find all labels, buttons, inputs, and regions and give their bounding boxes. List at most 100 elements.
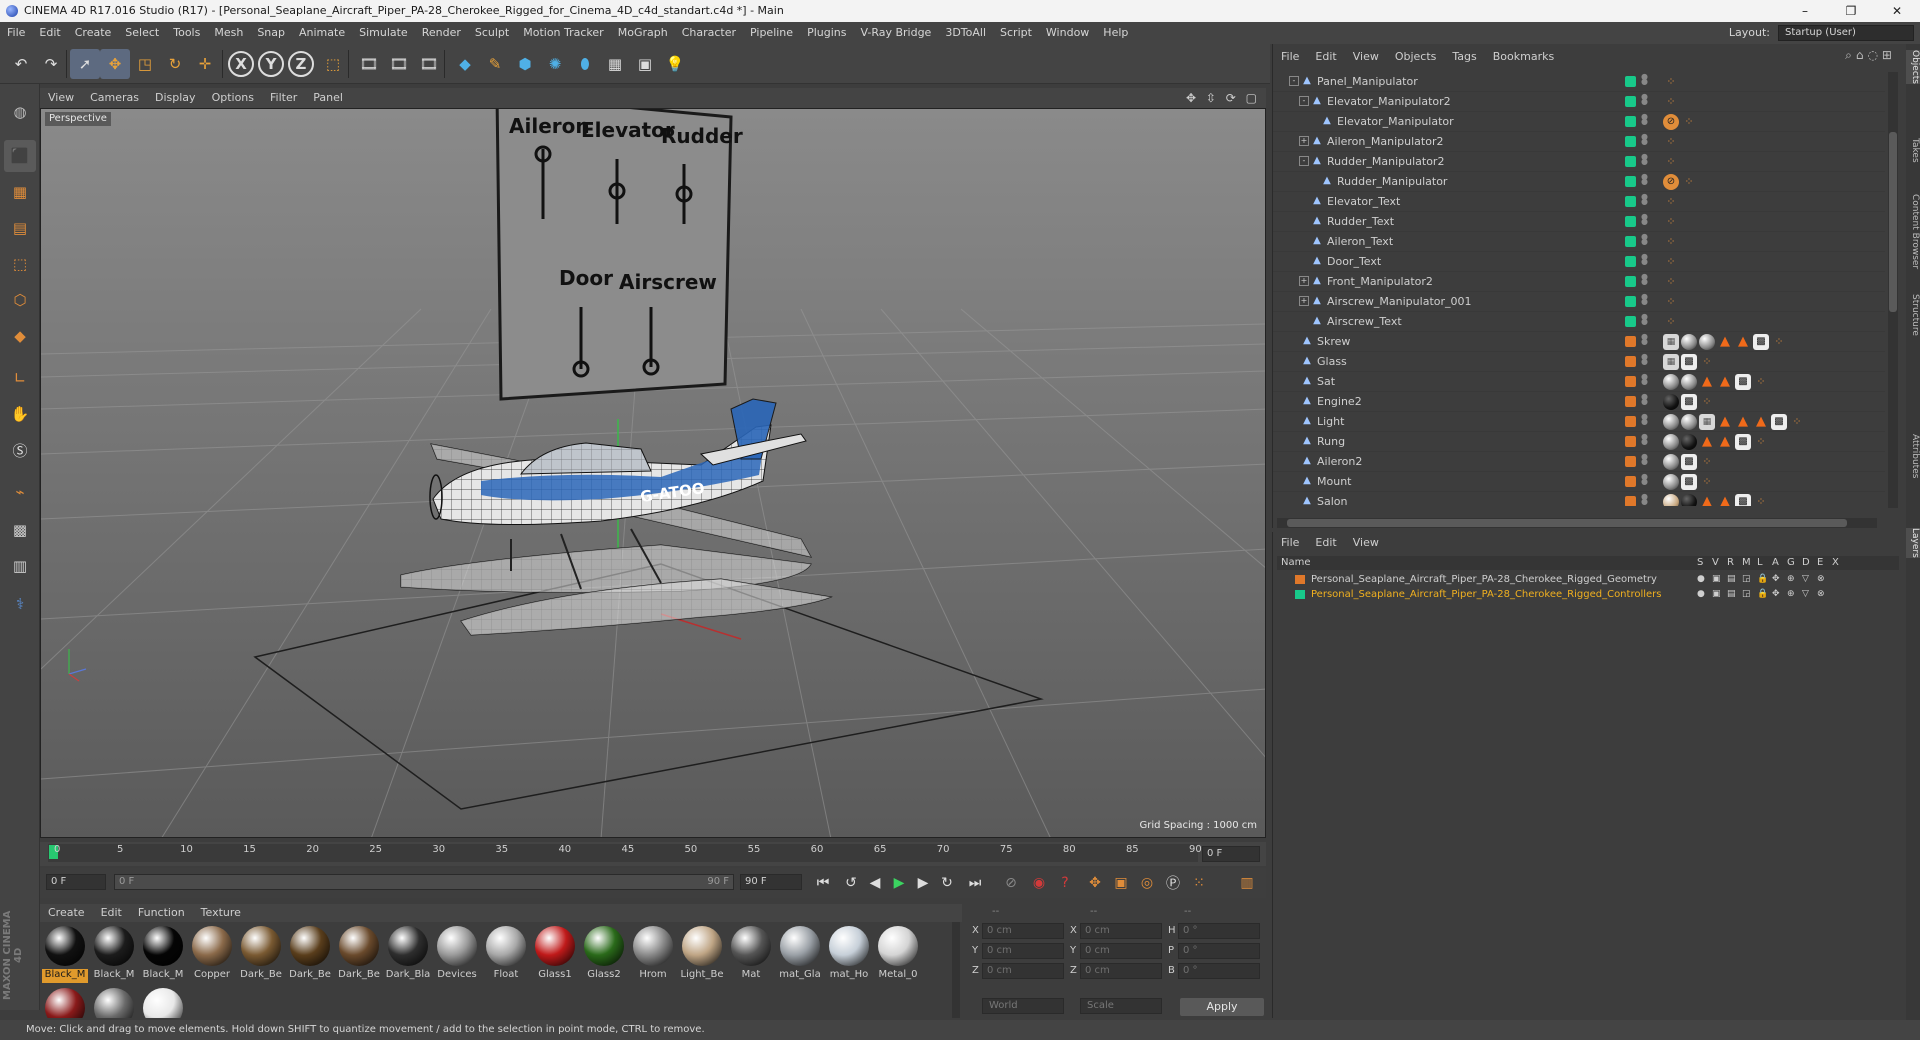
- xpresso-dots-icon[interactable]: ⁘: [1771, 334, 1787, 350]
- object-row[interactable]: ▲ Rung ● ● ▲ ▲ ▩ ⁘: [1273, 432, 1885, 452]
- object-row[interactable]: ▲ Elevator_Manipulator ● ● ⊘ ⁘: [1273, 112, 1885, 132]
- xpresso-dots-icon[interactable]: ⁘: [1663, 74, 1679, 90]
- xpresso-dots-icon[interactable]: ⁘: [1699, 354, 1715, 370]
- solo-mode-icon[interactable]: Ⓢ: [4, 434, 36, 466]
- material-tag-icon[interactable]: [1663, 374, 1679, 390]
- layer-row[interactable]: Personal_Seaplane_Aircraft_Piper_PA-28_C…: [1277, 587, 1899, 602]
- goto-end-icon[interactable]: ⏭: [964, 872, 986, 894]
- selection-tag-icon[interactable]: ▲: [1717, 434, 1733, 450]
- prev-frame-icon[interactable]: ◀: [864, 872, 886, 894]
- visibility-dots-icon[interactable]: ● ●: [1641, 313, 1648, 330]
- menu-create[interactable]: Create: [68, 22, 119, 44]
- layer-color-swatch[interactable]: [1625, 436, 1636, 447]
- layer-color-swatch[interactable]: [1625, 76, 1636, 87]
- uvw-tag-icon[interactable]: ▩: [1681, 454, 1697, 470]
- object-menu-edit[interactable]: Edit: [1307, 48, 1344, 66]
- uvw-tag-icon[interactable]: ▩: [1753, 334, 1769, 350]
- protection-tag-icon[interactable]: ⊘: [1663, 114, 1679, 130]
- timeline-window-icon[interactable]: ▥: [1236, 872, 1258, 894]
- layer-toggle-icon[interactable]: ▤: [1727, 587, 1736, 602]
- layer-menu-edit[interactable]: Edit: [1307, 534, 1344, 552]
- side-tab-layers[interactable]: Layers: [1906, 528, 1920, 558]
- key-position-icon[interactable]: ✥: [1084, 872, 1106, 894]
- layer-row[interactable]: Personal_Seaplane_Aircraft_Piper_PA-28_C…: [1277, 572, 1899, 587]
- checker-texture-tag-icon[interactable]: ▦: [1663, 354, 1679, 370]
- visibility-dots-icon[interactable]: ● ●: [1641, 173, 1648, 190]
- object-name[interactable]: Aileron2: [1317, 455, 1362, 468]
- object-name[interactable]: Airscrew_Text: [1327, 315, 1402, 328]
- material-swatch[interactable]: Dark_Be: [287, 924, 333, 984]
- object-row[interactable]: ▲ Aileron_Text ● ● ⁘: [1273, 232, 1885, 252]
- xpresso-dots-icon[interactable]: ⁘: [1681, 114, 1697, 130]
- uvw-tag-icon[interactable]: ▩: [1735, 374, 1751, 390]
- object-name[interactable]: Rudder_Manipulator: [1337, 175, 1447, 188]
- layer-color-swatch[interactable]: [1625, 376, 1636, 387]
- timeline-ruler[interactable]: 0 F 0 5 10 15 20 25 30 35 40 45 50 55 60 65 70 75 80 85 90: [40, 842, 1266, 866]
- material-swatch[interactable]: Copper: [189, 924, 235, 984]
- viewport-menu-filter[interactable]: Filter: [262, 88, 305, 108]
- side-tab-takes[interactable]: Takes: [1906, 138, 1920, 163]
- xpresso-dots-icon[interactable]: ⁘: [1699, 394, 1715, 410]
- minimize-button[interactable]: –: [1782, 0, 1828, 22]
- visibility-dots-icon[interactable]: ● ●: [1641, 453, 1648, 470]
- deformer-icon[interactable]: ⬮: [570, 49, 600, 79]
- menu-animate[interactable]: Animate: [292, 22, 352, 44]
- apply-button[interactable]: Apply: [1180, 998, 1264, 1016]
- maximize-button[interactable]: ❐: [1828, 0, 1874, 22]
- layout-select[interactable]: Startup (User): [1778, 25, 1914, 41]
- material-swatch[interactable]: mat_Ho: [826, 924, 872, 984]
- menu-simulate[interactable]: Simulate: [352, 22, 415, 44]
- uvw-tag-icon[interactable]: ▩: [1771, 414, 1787, 430]
- material-tag-icon[interactable]: [1681, 374, 1697, 390]
- visibility-dots-icon[interactable]: ● ●: [1641, 493, 1648, 506]
- edges-mode-icon[interactable]: ⬡: [4, 284, 36, 316]
- visibility-dots-icon[interactable]: ● ●: [1641, 393, 1648, 410]
- object-row[interactable]: - ▲ Elevator_Manipulator2 ● ● ⁘: [1273, 92, 1885, 112]
- object-name[interactable]: Salon: [1317, 495, 1347, 506]
- object-manager-search-icons[interactable]: ⌕⌂◌⊞: [1845, 48, 1896, 63]
- material-scrollbar[interactable]: [952, 922, 960, 1018]
- side-tab-attributes[interactable]: Attributes: [1906, 434, 1920, 478]
- render-settings-icon[interactable]: 🎞: [414, 49, 444, 79]
- selection-tag-icon[interactable]: ▲: [1717, 334, 1733, 350]
- checker-texture-tag-icon[interactable]: ▦: [1663, 334, 1679, 350]
- material-swatch[interactable]: Float: [483, 924, 529, 984]
- object-row[interactable]: ▲ Glass ● ● ▦ ▩ ⁘: [1273, 352, 1885, 372]
- object-row[interactable]: ▲ Rudder_Manipulator ● ● ⊘ ⁘: [1273, 172, 1885, 192]
- layer-color-swatch[interactable]: [1625, 356, 1636, 367]
- selection-tag-icon[interactable]: ▲: [1735, 334, 1751, 350]
- object-row[interactable]: ▲ Sat ● ● ▲ ▲ ▩ ⁘: [1273, 372, 1885, 392]
- render-view-icon[interactable]: 🎞: [354, 49, 384, 79]
- current-frame-field[interactable]: 0 F: [1202, 846, 1260, 862]
- material-swatch[interactable]: [140, 986, 186, 1018]
- next-key-icon[interactable]: ↻: [936, 872, 958, 894]
- camera-icon[interactable]: ▣: [630, 49, 660, 79]
- xpresso-dots-icon[interactable]: ⁘: [1663, 194, 1679, 210]
- layer-toggle-icon[interactable]: ▽: [1802, 572, 1809, 587]
- selection-tag-icon[interactable]: ▲: [1717, 374, 1733, 390]
- visibility-dots-icon[interactable]: ● ●: [1641, 373, 1648, 390]
- object-row[interactable]: ▲ Mount ● ● ▩ ⁘: [1273, 472, 1885, 492]
- object-row[interactable]: - ▲ Panel_Manipulator ● ● ⁘: [1273, 72, 1885, 92]
- coordinate-mode-select[interactable]: World: [982, 998, 1064, 1014]
- object-row[interactable]: + ▲ Front_Manipulator2 ● ● ⁘: [1273, 272, 1885, 292]
- material-swatch[interactable]: Dark_Bla: [385, 924, 431, 984]
- xpresso-dots-icon[interactable]: ⁘: [1681, 174, 1697, 190]
- make-editable-icon[interactable]: ◍: [4, 96, 36, 128]
- coordinate-system-icon[interactable]: ⬚: [318, 49, 348, 79]
- object-name[interactable]: Skrew: [1317, 335, 1350, 348]
- layer-color-swatch[interactable]: [1625, 296, 1636, 307]
- object-row[interactable]: ▲ Salon ● ● ▲ ▲ ▩ ⁘: [1273, 492, 1885, 506]
- menu-pipeline[interactable]: Pipeline: [743, 22, 800, 44]
- material-tag-icon[interactable]: [1663, 494, 1679, 506]
- material-swatch[interactable]: Black_M: [42, 924, 88, 984]
- goto-start-icon[interactable]: ⏮: [812, 872, 834, 894]
- coord-field[interactable]: 0 cm: [1080, 963, 1162, 979]
- recent-tools-icon[interactable]: ✛: [190, 49, 220, 79]
- rotate-icon[interactable]: ↻: [160, 49, 190, 79]
- side-tab-content-browser[interactable]: Content Browser: [1906, 194, 1920, 269]
- layer-color-swatch[interactable]: [1625, 136, 1636, 147]
- menu-select[interactable]: Select: [118, 22, 166, 44]
- scale-icon[interactable]: ◳: [130, 49, 160, 79]
- xpresso-dots-icon[interactable]: ⁘: [1663, 94, 1679, 110]
